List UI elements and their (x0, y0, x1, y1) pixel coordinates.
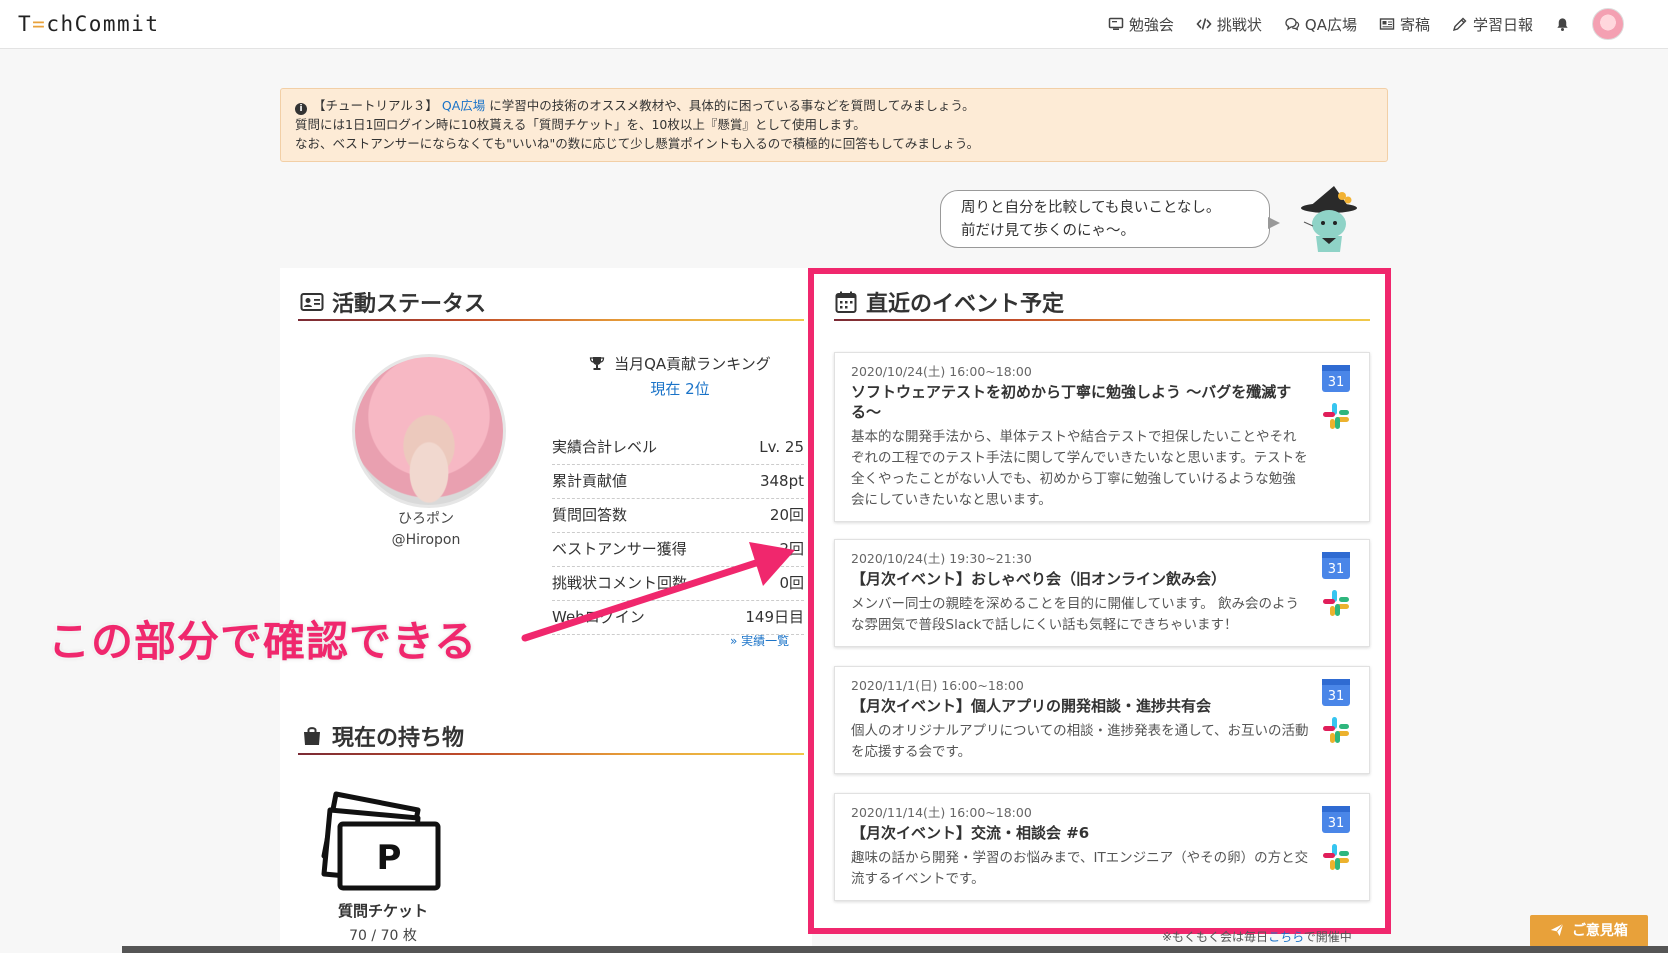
notice-line-1: i 【チュートリアル３】 QA広場 に学習中の技術のオススメ教材や、具体的に困って… (295, 96, 1373, 115)
user-avatar[interactable] (1592, 8, 1624, 40)
section-divider (298, 753, 804, 755)
event-description: メンバー同士の親睦を深めることを目的に開催しています。 飲み会のような雰囲気で普… (851, 596, 1300, 633)
slack-icon[interactable] (1321, 715, 1351, 745)
code-icon (1196, 18, 1212, 30)
event-card[interactable]: 2020/11/1(日) 16:00~18:00 【月次イベント】個人アプリの開… (834, 666, 1370, 774)
event-date: 2020/11/14(土) 16:00~18:00 (851, 805, 1032, 820)
google-calendar-icon[interactable]: 31 (1321, 677, 1351, 707)
newspaper-icon (1379, 18, 1395, 30)
qa-plaza-link[interactable]: QA広場 (442, 98, 485, 113)
svg-text:31: 31 (1328, 816, 1345, 831)
ranking-value: 現在 2位 (650, 380, 710, 398)
moku-moku-footnote: ※もくもく会は毎日こちらで開催中 (1162, 930, 1352, 944)
bell-icon (1557, 17, 1568, 31)
nav-item-contribution[interactable]: 寄稿 (1379, 14, 1430, 35)
nav-label: 挑戦状 (1216, 15, 1262, 34)
techcommit-logo[interactable]: T=chCommit (18, 12, 159, 36)
upcoming-events-title: 直近のイベント予定 (834, 286, 1064, 318)
event-title: ソフトウェアテストを初めから丁寧に勉強しよう 〜バグを殲滅する〜 (851, 383, 1292, 421)
event-actions: 31 (1321, 677, 1353, 749)
cat-mascot-icon (1301, 186, 1357, 252)
event-actions: 31 (1321, 363, 1353, 435)
moku-moku-link[interactable]: こちら (1268, 930, 1304, 944)
event-card[interactable]: 2020/11/14(土) 16:00~18:00 【月次イベント】交流・相談会… (834, 793, 1370, 901)
event-description: 個人のオリジナルアプリについての相談・進捗発表を通して、お互いの活動を応援する会… (851, 723, 1309, 760)
top-header: T=chCommit 勉強会 挑戦状 QA広場 寄稿 学習日報 (0, 0, 1668, 49)
main-nav: 勉強会 挑戦状 QA広場 寄稿 学習日報 (1108, 0, 1624, 48)
user-name: ひろポン (398, 511, 454, 527)
info-icon: i (295, 103, 307, 115)
event-actions: 31 (1321, 550, 1353, 622)
google-calendar-icon[interactable]: 31 (1321, 550, 1351, 580)
event-date: 2020/10/24(土) 16:00~18:00 (851, 364, 1032, 379)
slack-icon[interactable] (1321, 401, 1351, 431)
slack-icon[interactable] (1321, 588, 1351, 618)
chat-icon (1285, 17, 1300, 31)
annotation-arrow-icon (521, 542, 795, 642)
id-card-icon (300, 293, 324, 311)
event-date: 2020/10/24(土) 19:30~21:30 (851, 551, 1032, 566)
event-date: 2020/11/1(日) 16:00~18:00 (851, 678, 1024, 693)
nav-item-qa[interactable]: QA広場 (1284, 14, 1357, 35)
google-calendar-icon[interactable]: 31 (1321, 804, 1351, 834)
slack-icon[interactable] (1321, 842, 1351, 872)
question-ticket-icon: P (321, 791, 441, 891)
nav-label: 学習日報 (1472, 15, 1533, 34)
nav-item-challenge[interactable]: 挑戦状 (1196, 14, 1262, 35)
paper-plane-icon (1550, 923, 1564, 937)
activity-status-title: 活動ステータス (300, 286, 486, 318)
ticket-name: 質問チケット (337, 902, 428, 920)
event-actions: 31 (1321, 804, 1353, 876)
shopping-bag-icon (304, 727, 320, 745)
annotation-label: この部分で確認できる (46, 616, 478, 668)
tutorial-notice: i 【チュートリアル３】 QA広場 に学習中の技術のオススメ教材や、具体的に困って… (280, 88, 1388, 162)
event-card[interactable]: 2020/10/24(土) 19:30~21:30 【月次イベント】おしゃべり会… (834, 539, 1370, 647)
mascot-speech-bubble: 周りと自分を比較しても良いことなし。 前だけ見て歩くのにゃ〜。 (940, 190, 1280, 248)
event-description: 基本的な開発手法から、単体テストや結合テストで担保したいことやそれぞれの工程での… (851, 429, 1308, 508)
event-card[interactable]: 2020/10/24(土) 16:00~18:00 ソフトウェアテストを初めから… (834, 352, 1370, 522)
nav-item-daily-report[interactable]: 学習日報 (1452, 14, 1533, 35)
inventory-title: 現在の持ち物 (300, 720, 464, 752)
svg-text:31: 31 (1328, 562, 1345, 577)
nav-label: 寄稿 (1399, 15, 1430, 34)
ranking-label: 当月QA貢献ランキング (560, 353, 800, 374)
notification-bell[interactable] (1555, 17, 1570, 32)
trophy-icon (590, 357, 605, 370)
profile-avatar (352, 354, 506, 508)
svg-text:P: P (377, 838, 402, 878)
event-title: 【月次イベント】おしゃべり会（旧オンライン飲み会） (851, 570, 1227, 588)
svg-text:31: 31 (1328, 689, 1345, 704)
svg-text:31: 31 (1328, 375, 1345, 390)
pencil-icon (1452, 17, 1467, 32)
user-identity: ひろポン @Hiropon (352, 509, 500, 551)
event-title: 【月次イベント】交流・相談会 #6 (851, 824, 1090, 842)
stat-row: 累計貢献値 348pt (552, 465, 804, 499)
stat-row: 実績合計レベル Lv. 25 (552, 431, 804, 465)
horizontal-scrollbar[interactable] (122, 946, 1668, 953)
nav-item-study-session[interactable]: 勉強会 (1108, 14, 1174, 35)
nav-label: QA広場 (1304, 15, 1357, 34)
feedback-button[interactable]: ご意見箱 (1530, 915, 1648, 947)
google-calendar-icon[interactable]: 31 (1321, 363, 1351, 393)
calendar-icon (835, 291, 857, 313)
event-description: 趣味の話から開発・学習のお悩みまで、ITエンジニア（やその卵）の方と交流するイベ… (851, 850, 1309, 887)
section-divider (834, 319, 1370, 321)
notice-line-3: なお、ベストアンサーにならなくても"いいね"の数に応じて少し懸賞ポイントも入るの… (295, 136, 980, 151)
notice-line-2: 質問には1日1回ログイン時に10枚貰える「質問チケット」を、10枚以上『懸賞』と… (295, 117, 866, 132)
event-title: 【月次イベント】個人アプリの開発相談・進捗共有会 (851, 697, 1212, 715)
section-divider (298, 319, 804, 321)
user-handle: @Hiropon (391, 532, 461, 548)
monitor-icon (1108, 17, 1124, 30)
nav-label: 勉強会 (1128, 15, 1174, 34)
ticket-count: 70 / 70 枚 (349, 928, 417, 944)
